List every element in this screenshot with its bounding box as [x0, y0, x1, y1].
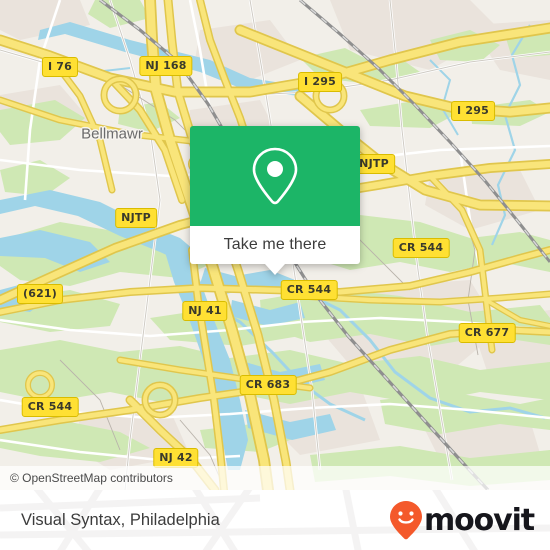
road-shield: I 295	[451, 101, 495, 121]
openstreetmap-attribution[interactable]: © OpenStreetMap contributors	[0, 471, 173, 485]
page-title: Visual Syntax, Philadelphia	[21, 510, 220, 529]
callout-action-area[interactable]: Take me there	[190, 226, 360, 264]
road-shield: CR 544	[280, 280, 338, 300]
destination-callout-card[interactable]: Take me there	[190, 126, 360, 275]
moovit-wordmark: moovit	[423, 502, 535, 538]
road-shield: NJTP	[115, 208, 157, 228]
map-attribution-bar: © OpenStreetMap contributors	[0, 466, 550, 490]
road-shield: NJ 41	[182, 301, 228, 321]
footer-bar: Visual Syntax, Philadelphia moovit	[0, 490, 550, 550]
callout-tail	[265, 264, 285, 275]
road-shield: I 76	[41, 57, 79, 77]
road-shield: CR 544	[392, 238, 450, 258]
place-label: Bellmawr	[81, 125, 143, 143]
moovit-map-screenshot: Bellmawr I 76 NJ 168 I 295 I 295 NJTP NJTP CR …	[0, 0, 550, 550]
road-shield: I 295	[298, 72, 342, 92]
moovit-smile-pin-icon	[389, 501, 422, 540]
road-shield: (621)	[16, 284, 64, 304]
road-shield: CR 677	[458, 323, 516, 343]
road-shield: CR 544	[21, 397, 79, 417]
road-shield: NJ 168	[139, 56, 193, 76]
road-shield: CR 683	[239, 375, 297, 395]
map-pin-icon	[252, 147, 298, 205]
road-shield: NJ 42	[153, 448, 199, 468]
take-me-there-button[interactable]: Take me there	[224, 236, 327, 254]
callout-pin-area	[190, 126, 360, 226]
moovit-brand-logo[interactable]: moovit	[389, 500, 550, 540]
map-canvas[interactable]: Bellmawr I 76 NJ 168 I 295 I 295 NJTP NJTP CR …	[0, 0, 550, 490]
